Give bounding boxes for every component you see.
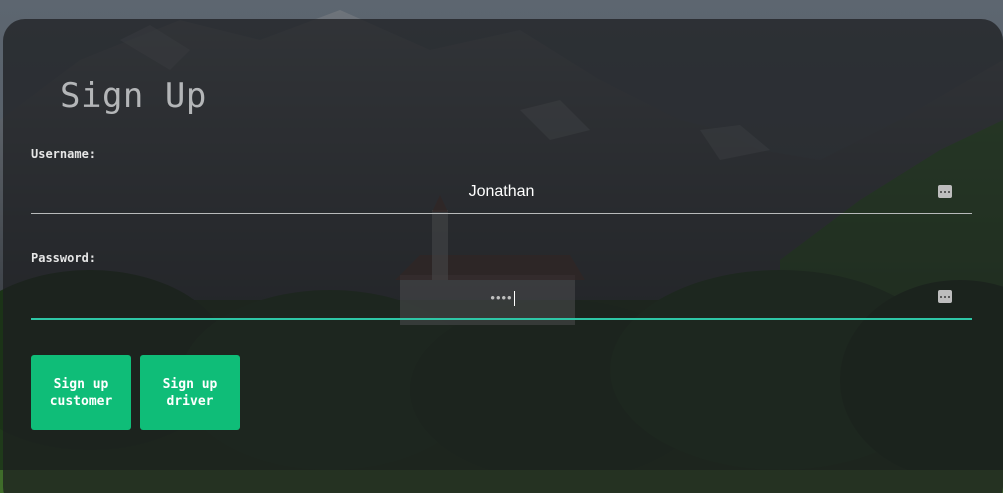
password-underline-focused <box>31 318 972 320</box>
page-title: Sign Up <box>60 76 207 116</box>
sign-up-customer-button[interactable]: Sign up customer <box>31 355 131 430</box>
password-label: Password: <box>31 251 97 265</box>
username-underline <box>31 213 972 214</box>
username-field-group <box>31 171 972 215</box>
more-horizontal-icon[interactable] <box>938 290 952 303</box>
password-input[interactable] <box>31 276 972 318</box>
username-input[interactable] <box>31 171 972 213</box>
sign-up-driver-button[interactable]: Sign up driver <box>140 355 240 430</box>
password-field-group <box>31 276 972 320</box>
text-caret <box>514 291 515 306</box>
username-label: Username: <box>31 147 97 161</box>
more-horizontal-icon[interactable] <box>938 185 952 198</box>
